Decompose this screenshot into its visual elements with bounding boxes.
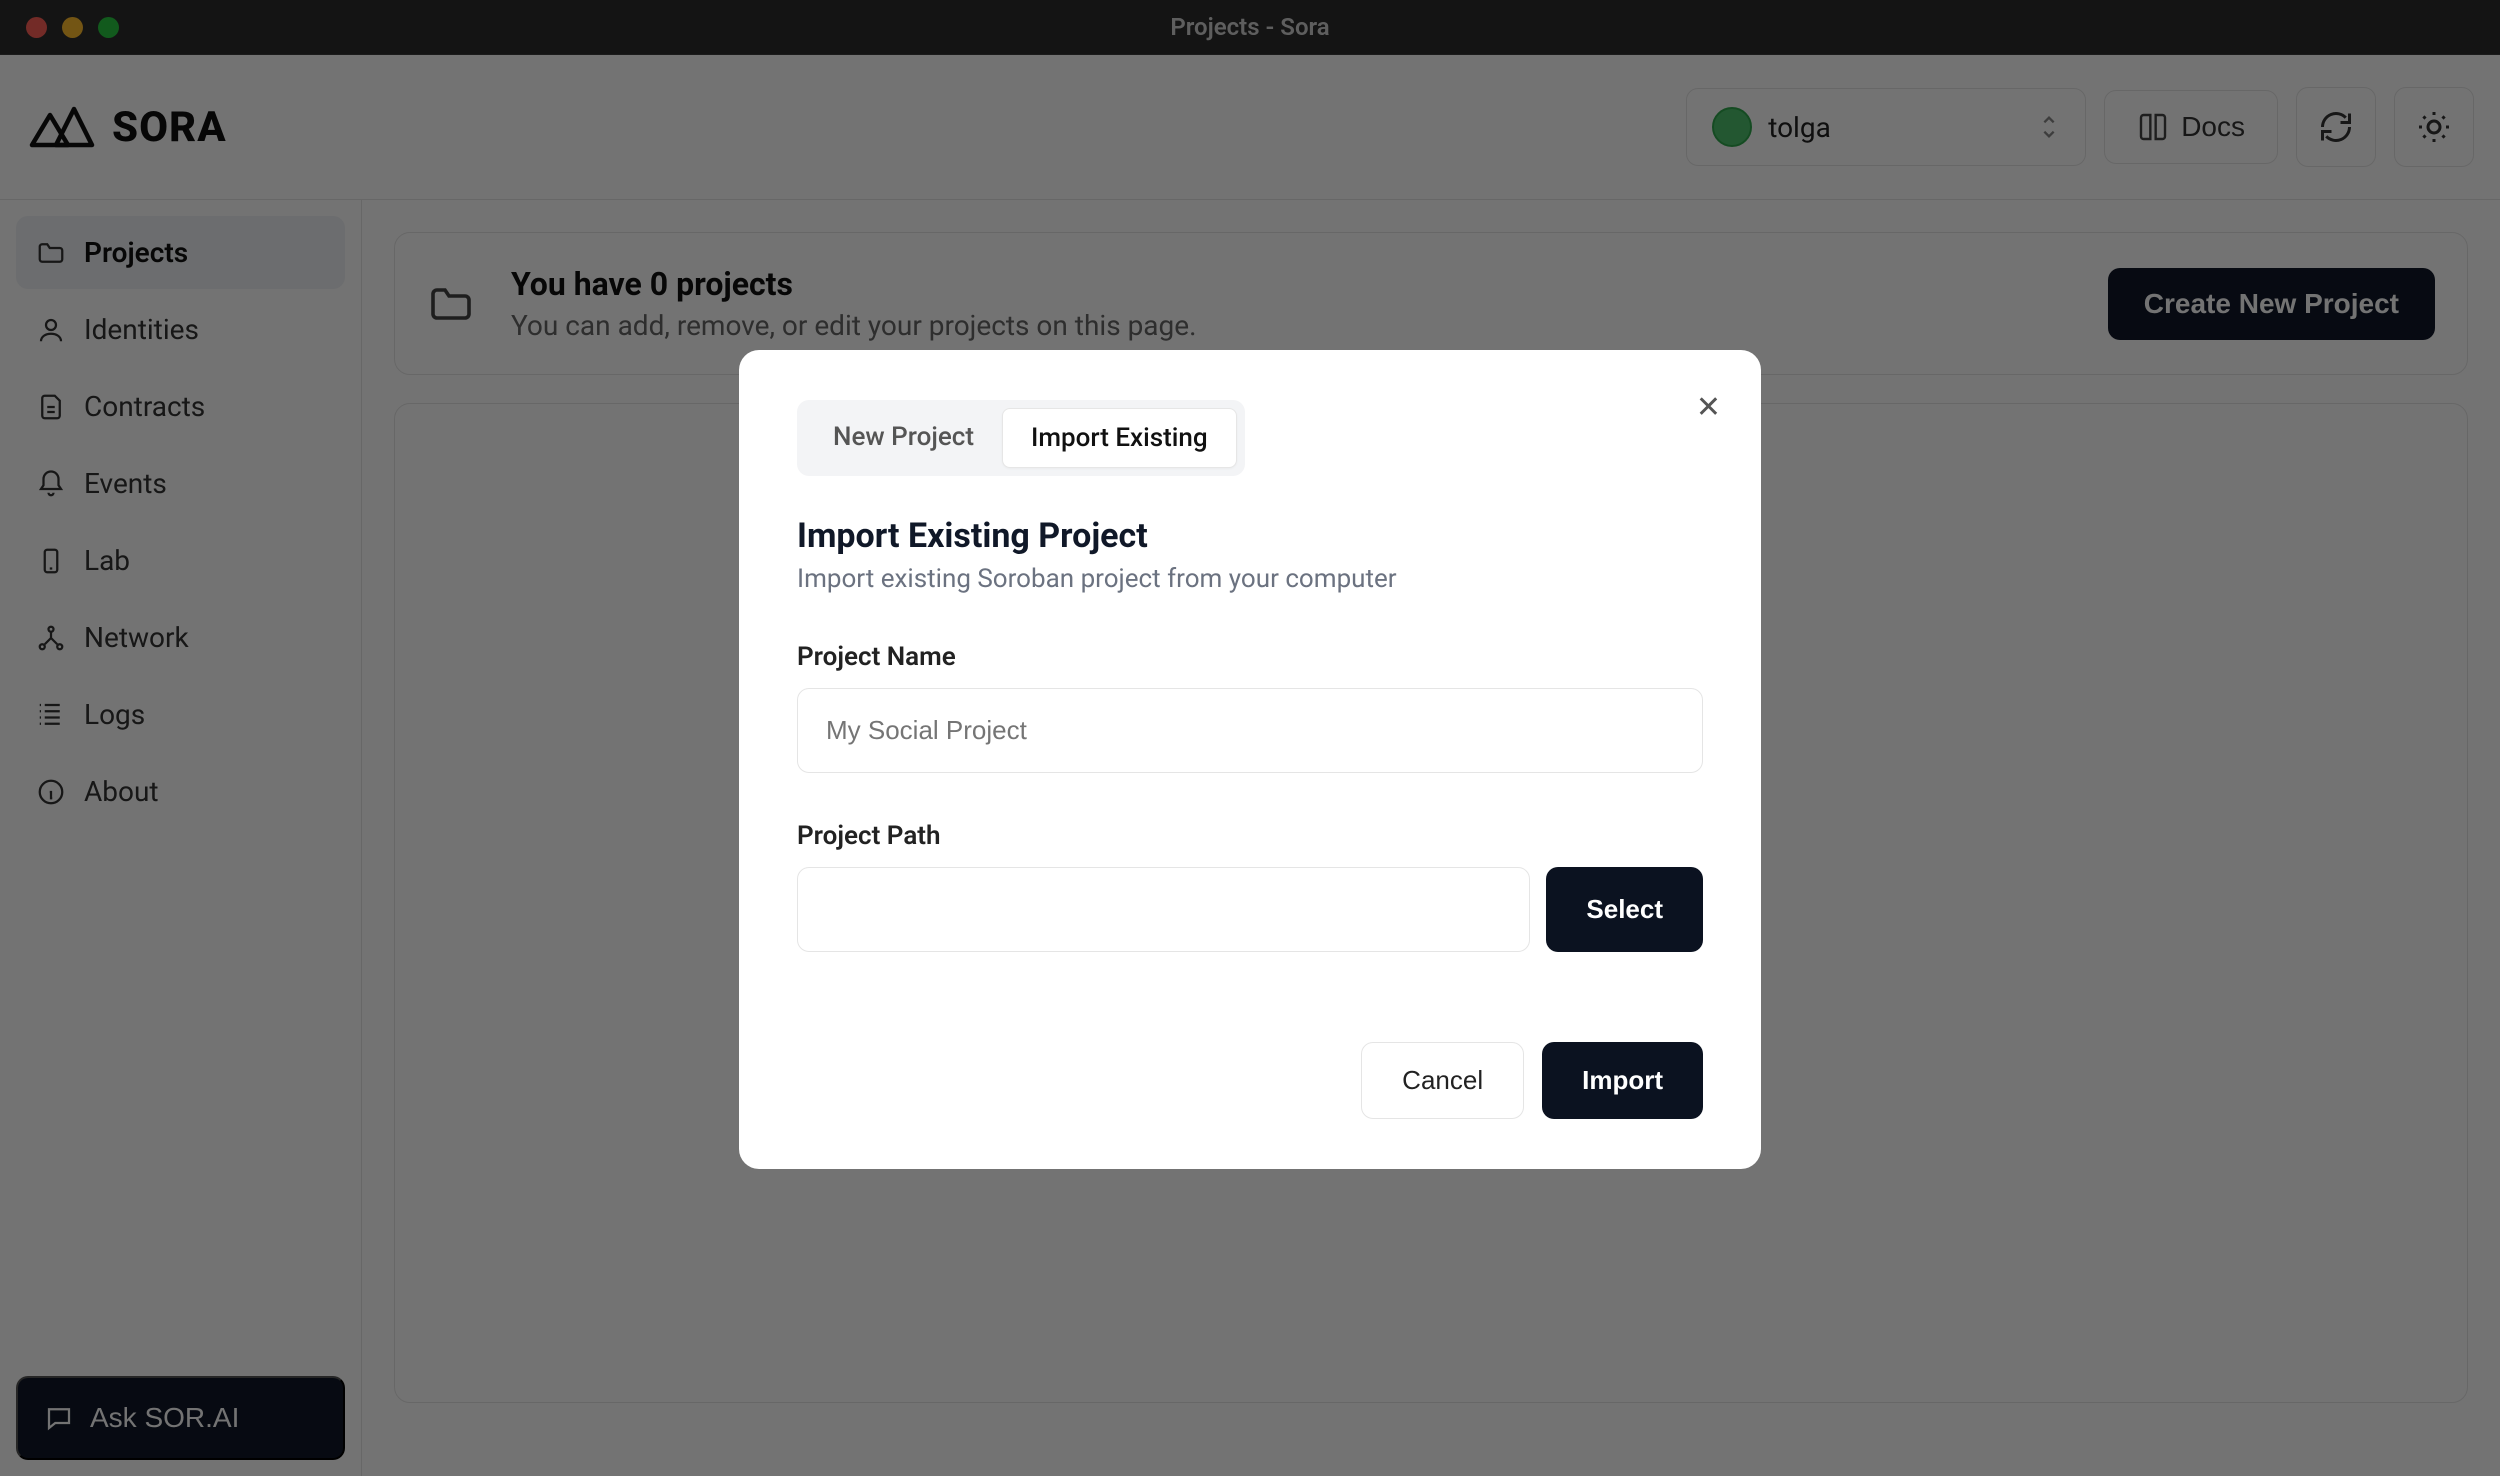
project-path-label: Project Path (797, 821, 1703, 851)
modal-close-button[interactable]: ✕ (1696, 390, 1721, 425)
select-path-button[interactable]: Select (1546, 867, 1703, 952)
close-icon: ✕ (1696, 391, 1721, 424)
modal-subtitle: Import existing Soroban project from you… (797, 564, 1703, 594)
cancel-button[interactable]: Cancel (1361, 1042, 1524, 1119)
project-path-input[interactable] (797, 867, 1530, 952)
modal-overlay[interactable]: ✕ New Project Import Existing Import Exi… (0, 0, 2500, 1476)
tab-import-existing[interactable]: Import Existing (1002, 408, 1237, 468)
import-project-modal: ✕ New Project Import Existing Import Exi… (739, 350, 1761, 1169)
project-name-label: Project Name (797, 642, 1703, 672)
project-name-input[interactable] (797, 688, 1703, 773)
import-button[interactable]: Import (1542, 1042, 1703, 1119)
modal-tabs: New Project Import Existing (797, 400, 1245, 476)
tab-new-project[interactable]: New Project (805, 408, 1002, 468)
modal-title: Import Existing Project (797, 516, 1703, 556)
